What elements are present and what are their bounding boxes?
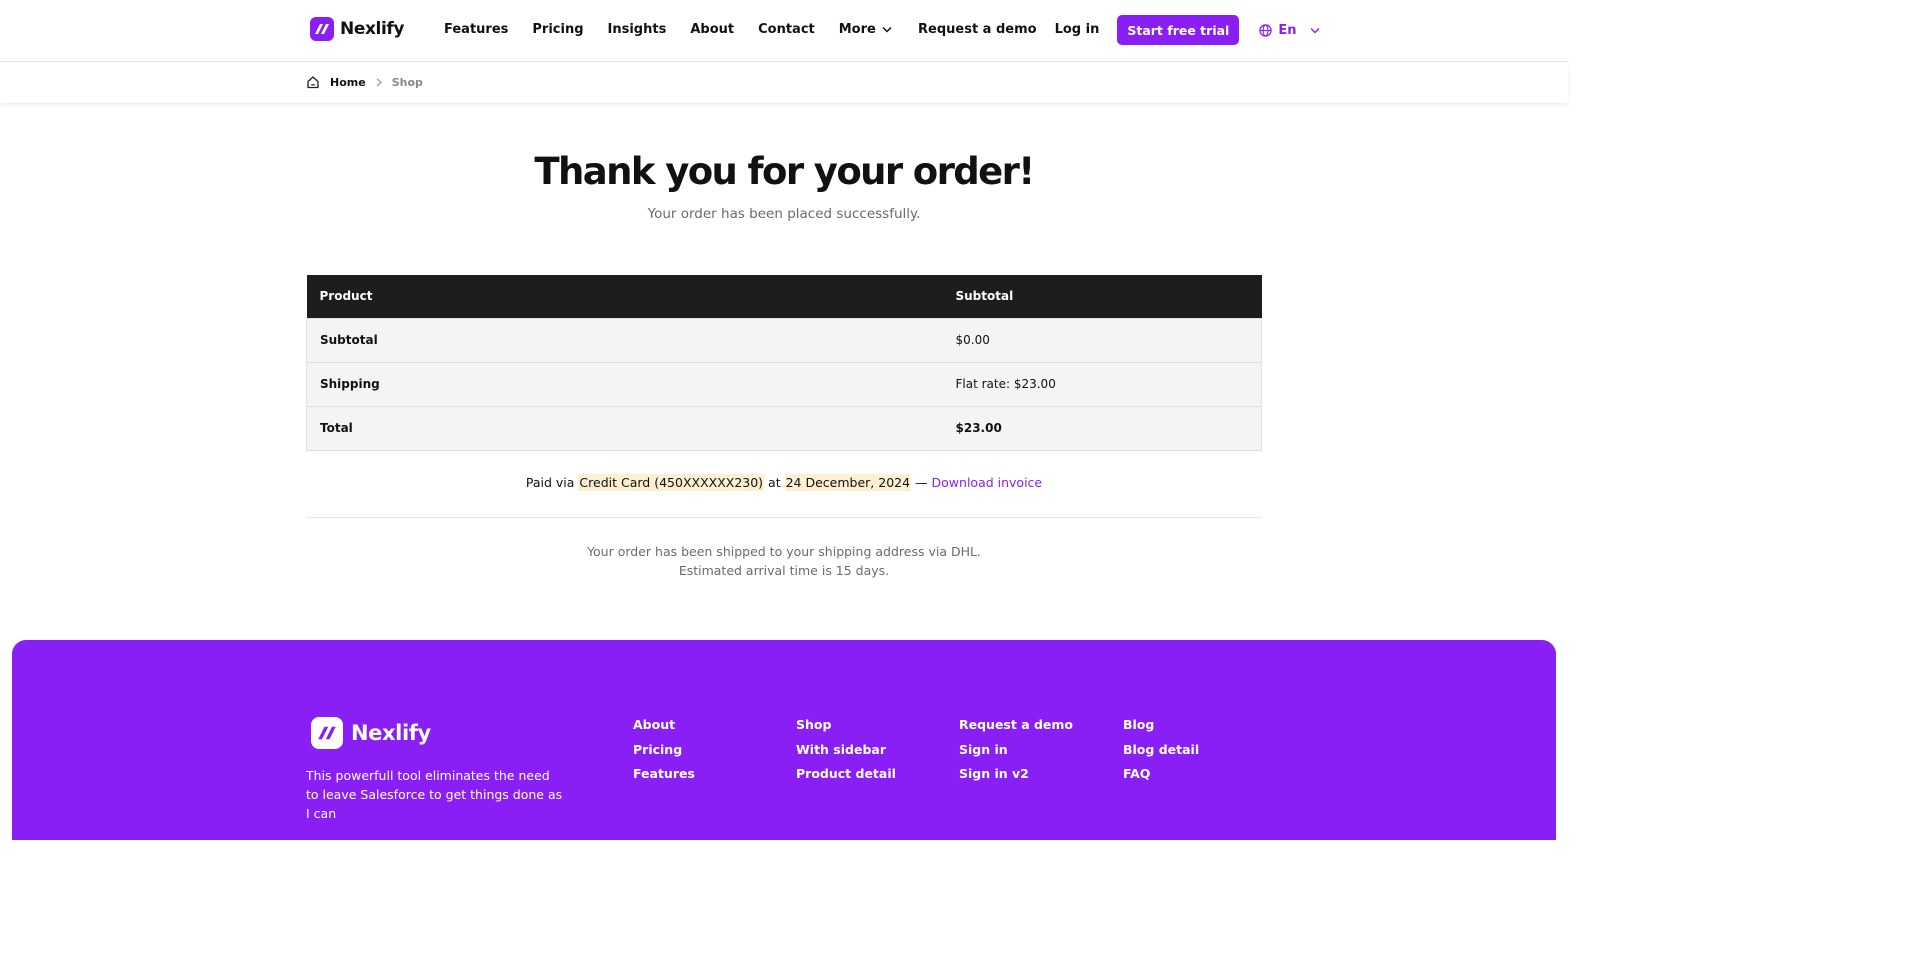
breadcrumb-current: Shop	[391, 75, 423, 89]
login-link[interactable]: Log in	[1055, 15, 1100, 45]
footer-link-pricing[interactable]: Pricing	[633, 741, 695, 759]
nav-pricing[interactable]: Pricing	[532, 22, 583, 37]
footer-link-shop[interactable]: Shop	[796, 716, 896, 734]
footer-column-2: Shop With sidebar Product detail	[796, 716, 896, 783]
footer-link-features[interactable]: Features	[633, 765, 695, 783]
nav-insights[interactable]: Insights	[608, 22, 667, 37]
footer-link-request-demo[interactable]: Request a demo	[959, 716, 1073, 734]
breadcrumb-home[interactable]: Home	[330, 76, 366, 89]
logo-mark-icon	[311, 717, 343, 749]
nav-more-label: More	[838, 22, 876, 37]
brand-name: Nexlify	[340, 19, 405, 39]
column-header-product: Product	[306, 275, 943, 318]
footer-column-3: Request a demo Sign in Sign in v2	[959, 716, 1073, 783]
footer-link-faq[interactable]: FAQ	[1123, 765, 1199, 783]
table-row: Shipping Flat rate: $23.00	[306, 361, 1262, 406]
row-label-shipping: Shipping	[306, 361, 943, 406]
row-value-subtotal: $0.00	[942, 317, 1262, 362]
payment-info: Paid via Credit Card (450XXXXXX230) at 2…	[0, 474, 1568, 491]
language-label: En	[1278, 22, 1297, 38]
brand-logo[interactable]: Nexlify	[310, 17, 404, 41]
footer-brand-name: Nexlify	[351, 721, 431, 745]
globe-icon	[1259, 23, 1273, 37]
footer-description: This powerfull tool eliminates the need …	[306, 768, 563, 821]
row-label-total: Total	[306, 405, 943, 451]
footer-link-sign-in-v2[interactable]: Sign in v2	[959, 765, 1073, 783]
page-subtitle: Your order has been placed successfully.	[647, 206, 921, 222]
breadcrumb-bar: Home Shop	[0, 62, 1568, 103]
breadcrumb: Home Shop	[306, 75, 423, 89]
footer-link-blog-detail[interactable]: Blog detail	[1123, 741, 1199, 759]
row-value-total: $23.00	[942, 405, 1262, 451]
footer-link-sign-in[interactable]: Sign in	[959, 741, 1073, 759]
shipping-note-line-1: Your order has been shipped to your ship…	[587, 544, 981, 559]
download-invoice-link[interactable]: Download invoice	[932, 475, 1043, 490]
table-row: Subtotal $0.00	[306, 317, 1262, 362]
column-header-subtotal: Subtotal	[942, 275, 1262, 318]
footer-link-product-detail[interactable]: Product detail	[796, 765, 896, 783]
footer-column-1: About Pricing Features	[633, 716, 695, 783]
language-selector[interactable]: En	[1259, 23, 1320, 38]
table-row: Total $23.00	[306, 405, 1262, 451]
site-footer: Nexlify This powerfull tool eliminates t…	[12, 640, 1556, 840]
payment-date: 24 December, 2024	[784, 474, 912, 491]
nav-contact[interactable]: Contact	[758, 22, 815, 37]
footer-link-with-sidebar[interactable]: With sidebar	[796, 741, 896, 759]
site-header: Nexlify Features Pricing Insights About …	[0, 0, 1568, 62]
footer-logo[interactable]: Nexlify	[311, 717, 431, 749]
nav-features[interactable]: Features	[444, 22, 508, 37]
shipping-note: Your order has been shipped to your ship…	[0, 542, 1568, 580]
chevron-down-icon	[1310, 27, 1320, 33]
footer-link-about[interactable]: About	[633, 716, 695, 734]
shipping-note-line-2: Estimated arrival time is 15 days.	[678, 563, 890, 578]
nav-about[interactable]: About	[690, 22, 734, 37]
main-nav: Features Pricing Insights About Contact …	[444, 22, 892, 37]
page-title: Thank you for your order!	[534, 150, 1035, 193]
table-header-row: Product Subtotal	[306, 275, 1262, 318]
payment-prefix: Paid via	[525, 475, 575, 490]
nav-more[interactable]: More	[839, 22, 892, 37]
chevron-down-icon	[882, 26, 892, 33]
order-summary-table: Product Subtotal Subtotal $0.00 Shipping…	[306, 275, 1262, 451]
row-value-shipping: Flat rate: $23.00	[942, 361, 1262, 406]
chevron-right-icon	[376, 78, 382, 86]
request-demo-link[interactable]: Request a demo	[918, 15, 1037, 45]
payment-method: Credit Card (450XXXXXX230)	[578, 474, 765, 491]
divider	[306, 517, 1262, 518]
logo-mark-icon	[310, 17, 334, 41]
payment-dash: —	[915, 475, 928, 490]
footer-column-4: Blog Blog detail FAQ	[1123, 716, 1199, 783]
home-icon[interactable]	[306, 75, 320, 89]
start-trial-button[interactable]: Start free trial	[1117, 15, 1240, 45]
payment-at: at	[768, 475, 781, 490]
footer-link-blog[interactable]: Blog	[1123, 716, 1199, 734]
header-actions: Request a demo Log in Start free trial E…	[918, 15, 1320, 45]
row-label-subtotal: Subtotal	[306, 317, 943, 362]
